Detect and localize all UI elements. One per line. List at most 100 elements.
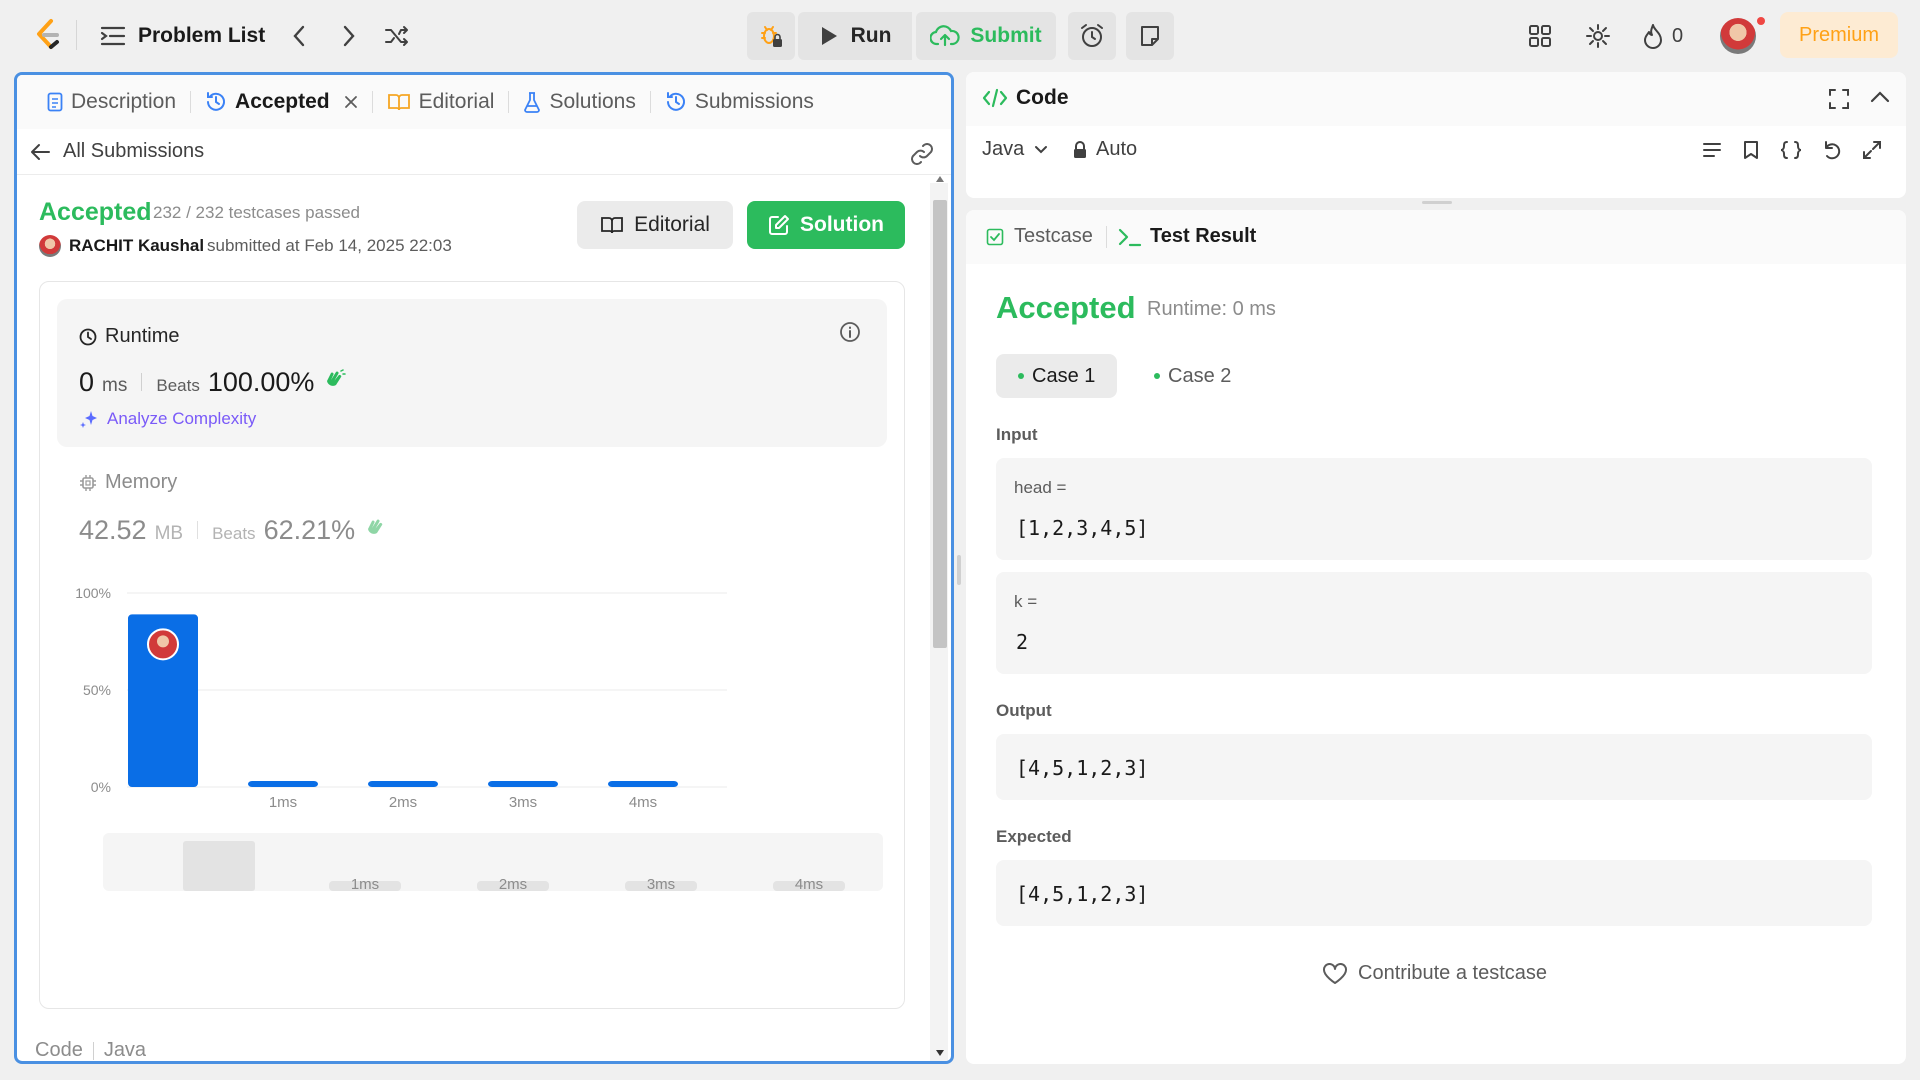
code-tab[interactable]: Code xyxy=(982,86,1069,110)
tab-solutions[interactable]: Solutions xyxy=(509,75,649,129)
clock-icon xyxy=(79,328,97,345)
submitted-at: submitted at Feb 14, 2025 22:03 xyxy=(207,236,452,255)
stat-divider xyxy=(197,521,199,539)
leetcode-logo-icon[interactable] xyxy=(30,17,66,53)
solution-button[interactable]: Solution xyxy=(747,201,905,249)
user-avatar[interactable] xyxy=(39,235,61,257)
share-link-button[interactable] xyxy=(909,143,935,165)
expected-value: [4,5,1,2,3] xyxy=(1016,882,1149,906)
x-tick-label: 3ms xyxy=(509,794,537,811)
scroll-up-arrow[interactable] xyxy=(935,175,945,183)
chart-bar xyxy=(488,781,558,787)
case-2-label: Case 2 xyxy=(1168,364,1232,387)
random-problem-button[interactable] xyxy=(382,22,412,50)
chevron-left-icon xyxy=(293,25,305,47)
autosave-label: Auto xyxy=(1096,138,1138,160)
run-label: Run xyxy=(850,24,892,47)
arrow-left-icon[interactable] xyxy=(29,142,51,162)
case-2-tab[interactable]: Case 2 xyxy=(1132,354,1253,398)
minimap-label: 3ms xyxy=(647,876,675,893)
book-icon xyxy=(387,94,410,111)
input-head-box[interactable] xyxy=(996,458,1872,560)
runtime-info-button[interactable] xyxy=(839,321,861,343)
edit-icon xyxy=(769,215,789,235)
problem-list-button[interactable]: Problem List xyxy=(100,20,265,52)
code-section-header: Code Java xyxy=(35,1039,146,1061)
minimap-label: 4ms xyxy=(795,876,823,893)
braces-icon[interactable] xyxy=(1780,140,1802,160)
timer-button[interactable] xyxy=(1068,12,1116,60)
list-icon xyxy=(100,26,126,46)
y-tick-label: 0% xyxy=(91,779,111,795)
submit-button[interactable]: Submit xyxy=(916,12,1056,60)
all-submissions-link[interactable]: All Submissions xyxy=(63,140,204,163)
expand-icon[interactable] xyxy=(1862,140,1882,160)
layout-button[interactable] xyxy=(1524,20,1556,52)
heart-icon xyxy=(1323,962,1347,984)
tab-accepted[interactable]: Accepted xyxy=(191,75,372,129)
collapse-button[interactable] xyxy=(1870,90,1890,104)
avatar[interactable] xyxy=(1720,18,1756,54)
run-button[interactable]: Run xyxy=(798,12,912,60)
y-tick-label: 50% xyxy=(83,682,111,698)
memory-unit: MB xyxy=(154,523,184,544)
debug-button[interactable] xyxy=(747,12,795,60)
alarm-clock-icon xyxy=(1081,24,1103,47)
user-marker-face xyxy=(157,635,169,648)
fire-icon xyxy=(1644,24,1662,49)
all-submissions-bar: All Submissions xyxy=(17,129,951,175)
next-problem-button[interactable] xyxy=(336,22,362,50)
bug-lock-icon xyxy=(761,26,782,47)
scrollbar-thumb[interactable] xyxy=(933,200,947,648)
language-select[interactable]: Java xyxy=(982,138,1048,161)
x-tick-label: 2ms xyxy=(389,794,417,811)
code-icon xyxy=(982,88,1008,108)
premium-button[interactable]: Premium xyxy=(1780,12,1899,58)
reset-icon[interactable] xyxy=(1822,140,1842,160)
runtime-title: Runtime xyxy=(105,325,180,347)
contribute-testcase-button[interactable]: Contribute a testcase xyxy=(1322,962,1547,985)
memory-title: Memory xyxy=(105,471,178,493)
memory-box[interactable]: Memory xyxy=(79,471,177,494)
result-panel-header xyxy=(966,210,1906,264)
gear-icon xyxy=(1586,24,1610,48)
analyze-complexity-link[interactable]: Analyze Complexity xyxy=(79,409,256,429)
tab-test-result[interactable]: Test Result xyxy=(1118,225,1256,248)
test-result-tab-label: Test Result xyxy=(1150,225,1257,247)
flask-icon xyxy=(524,92,541,113)
username[interactable]: RACHIT Kaushal xyxy=(69,236,204,256)
pass-dot xyxy=(1018,373,1024,379)
pass-dot xyxy=(1154,373,1160,379)
vertical-resize-handle[interactable] xyxy=(1422,201,1452,204)
case-1-tab[interactable]: Case 1 xyxy=(996,354,1118,398)
scroll-down-arrow[interactable] xyxy=(935,1049,945,1057)
checkbox-icon xyxy=(986,228,1004,245)
bookmark-icon[interactable] xyxy=(1742,140,1760,160)
tab-editorial[interactable]: Editorial xyxy=(373,75,509,129)
input-k-box[interactable] xyxy=(996,572,1872,674)
editor-toolbar xyxy=(1702,140,1882,160)
maximize-button[interactable] xyxy=(1828,88,1850,110)
format-icon[interactable] xyxy=(1702,140,1722,160)
panel-resize-handle[interactable] xyxy=(957,555,961,585)
editorial-button-label: Editorial xyxy=(634,213,710,236)
case-1-label: Case 1 xyxy=(1032,364,1096,387)
close-icon[interactable] xyxy=(344,95,358,109)
description-icon xyxy=(47,92,63,112)
streak-counter[interactable]: 0 xyxy=(1642,20,1683,52)
editorial-button[interactable]: Editorial xyxy=(577,201,733,249)
tab-description[interactable]: Description xyxy=(33,75,190,129)
lock-icon xyxy=(1074,140,1086,158)
play-icon xyxy=(821,27,837,45)
tab-testcase[interactable]: Testcase xyxy=(986,225,1093,248)
notes-button[interactable] xyxy=(1126,12,1174,60)
runtime-beats-label: Beats xyxy=(156,376,200,395)
prev-problem-button[interactable] xyxy=(286,22,312,50)
cloud-upload-icon xyxy=(930,25,961,47)
top-nav: Problem List Run Submit 0 Premium xyxy=(0,0,1920,70)
tab-submissions[interactable]: Submissions xyxy=(651,75,828,129)
code-title: Code xyxy=(1016,86,1069,109)
settings-button[interactable] xyxy=(1582,20,1614,52)
input-label: Input xyxy=(996,425,1038,444)
tab-description-label: Description xyxy=(71,90,177,113)
